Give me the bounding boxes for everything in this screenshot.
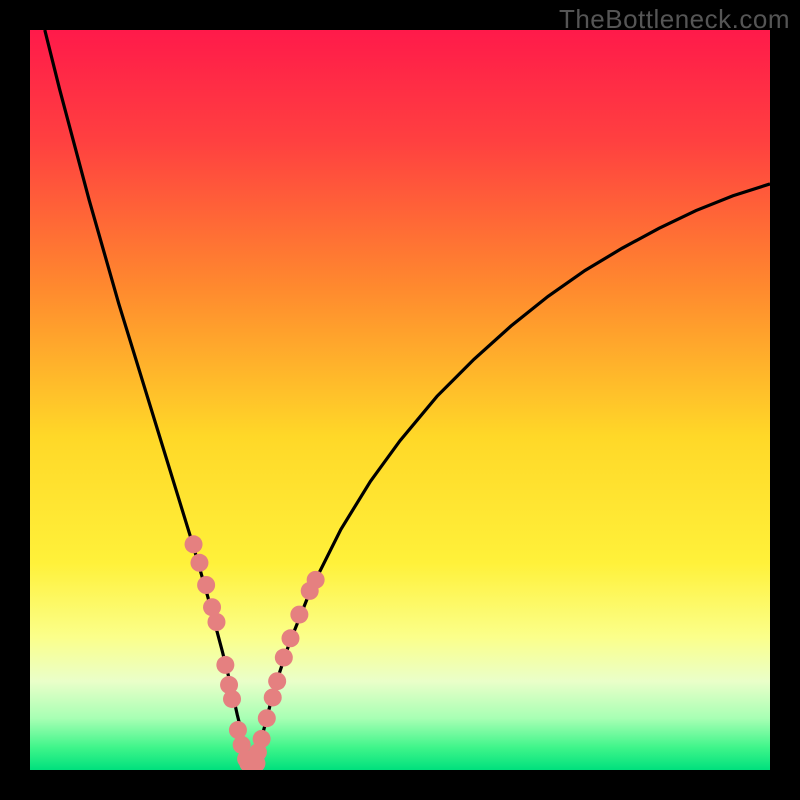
highlight-dot (307, 571, 325, 589)
highlight-dot (281, 629, 299, 647)
highlight-dot (290, 606, 308, 624)
highlight-dot (190, 554, 208, 572)
highlight-dot (216, 656, 234, 674)
chart-container: TheBottleneck.com (0, 0, 800, 800)
highlight-dot (268, 672, 286, 690)
chart-svg (30, 30, 770, 770)
highlight-dot (275, 649, 293, 667)
gradient-background (30, 30, 770, 770)
highlight-dots-floor (239, 754, 265, 770)
highlight-dot (253, 730, 271, 748)
highlight-dot (258, 709, 276, 727)
highlight-dot (264, 688, 282, 706)
highlight-dot (223, 690, 241, 708)
highlight-dot (197, 576, 215, 594)
watermark-text: TheBottleneck.com (559, 4, 790, 35)
highlight-dot (185, 535, 203, 553)
plot-area (30, 30, 770, 770)
highlight-dot (207, 613, 225, 631)
